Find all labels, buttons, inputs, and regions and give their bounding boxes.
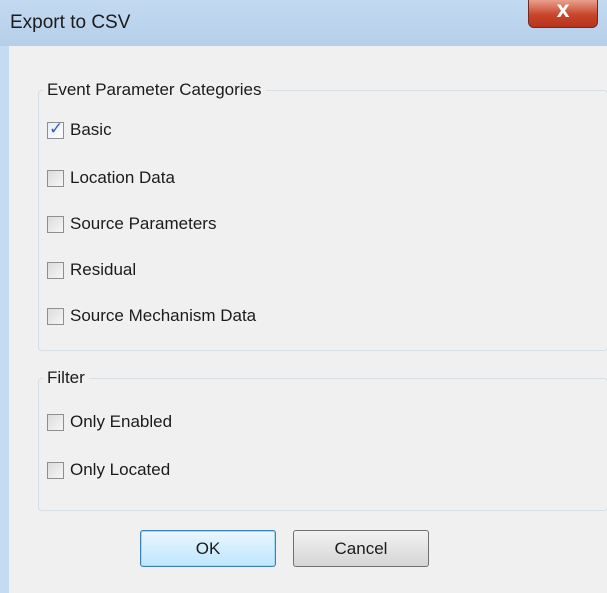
checkbox-source-parameters[interactable]: Source Parameters	[47, 212, 216, 236]
checkbox-only-enabled[interactable]: Only Enabled	[47, 410, 172, 434]
checkbox-basic[interactable]: ✓ Basic	[47, 118, 112, 142]
source-parameters-checkbox-box[interactable]	[47, 215, 64, 233]
check-icon: ✓	[49, 118, 64, 139]
source-parameters-label: Source Parameters	[70, 214, 217, 233]
residual-label: Residual	[70, 260, 137, 279]
title-bar[interactable]: Export to CSV X	[0, 0, 607, 46]
source-mechanism-data-label: Source Mechanism Data	[70, 306, 257, 325]
only-located-checkbox-box[interactable]	[47, 461, 64, 479]
close-icon: X	[556, 2, 570, 22]
ok-button[interactable]: OK	[140, 530, 276, 567]
only-enabled-checkbox-box[interactable]	[47, 413, 64, 431]
checkbox-source-mechanism-data[interactable]: Source Mechanism Data	[47, 304, 256, 328]
checkbox-residual[interactable]: Residual	[47, 258, 136, 282]
checkbox-only-located[interactable]: Only Located	[47, 458, 170, 482]
window-title: Export to CSV	[10, 12, 131, 33]
residual-checkbox-box[interactable]	[47, 261, 64, 279]
filter-legend: Filter	[47, 368, 85, 387]
categories-legend: Event Parameter Categories	[47, 80, 262, 99]
location-data-label: Location Data	[70, 168, 175, 187]
basic-label: Basic	[70, 120, 112, 139]
only-enabled-label: Only Enabled	[70, 412, 173, 431]
checkbox-location-data[interactable]: Location Data	[47, 166, 175, 190]
only-located-label: Only Located	[70, 460, 171, 479]
basic-checkbox-box[interactable]: ✓	[47, 118, 64, 139]
close-button[interactable]: X	[528, 0, 598, 28]
filter-group: Filter	[38, 368, 607, 511]
export-csv-dialog: Export to CSV X Event Parameter Categori…	[0, 0, 607, 593]
window-frame-edge	[0, 46, 9, 593]
cancel-button[interactable]: Cancel	[293, 530, 429, 567]
source-mechanism-data-checkbox-box[interactable]	[47, 307, 64, 325]
location-data-checkbox-box[interactable]	[47, 169, 64, 187]
